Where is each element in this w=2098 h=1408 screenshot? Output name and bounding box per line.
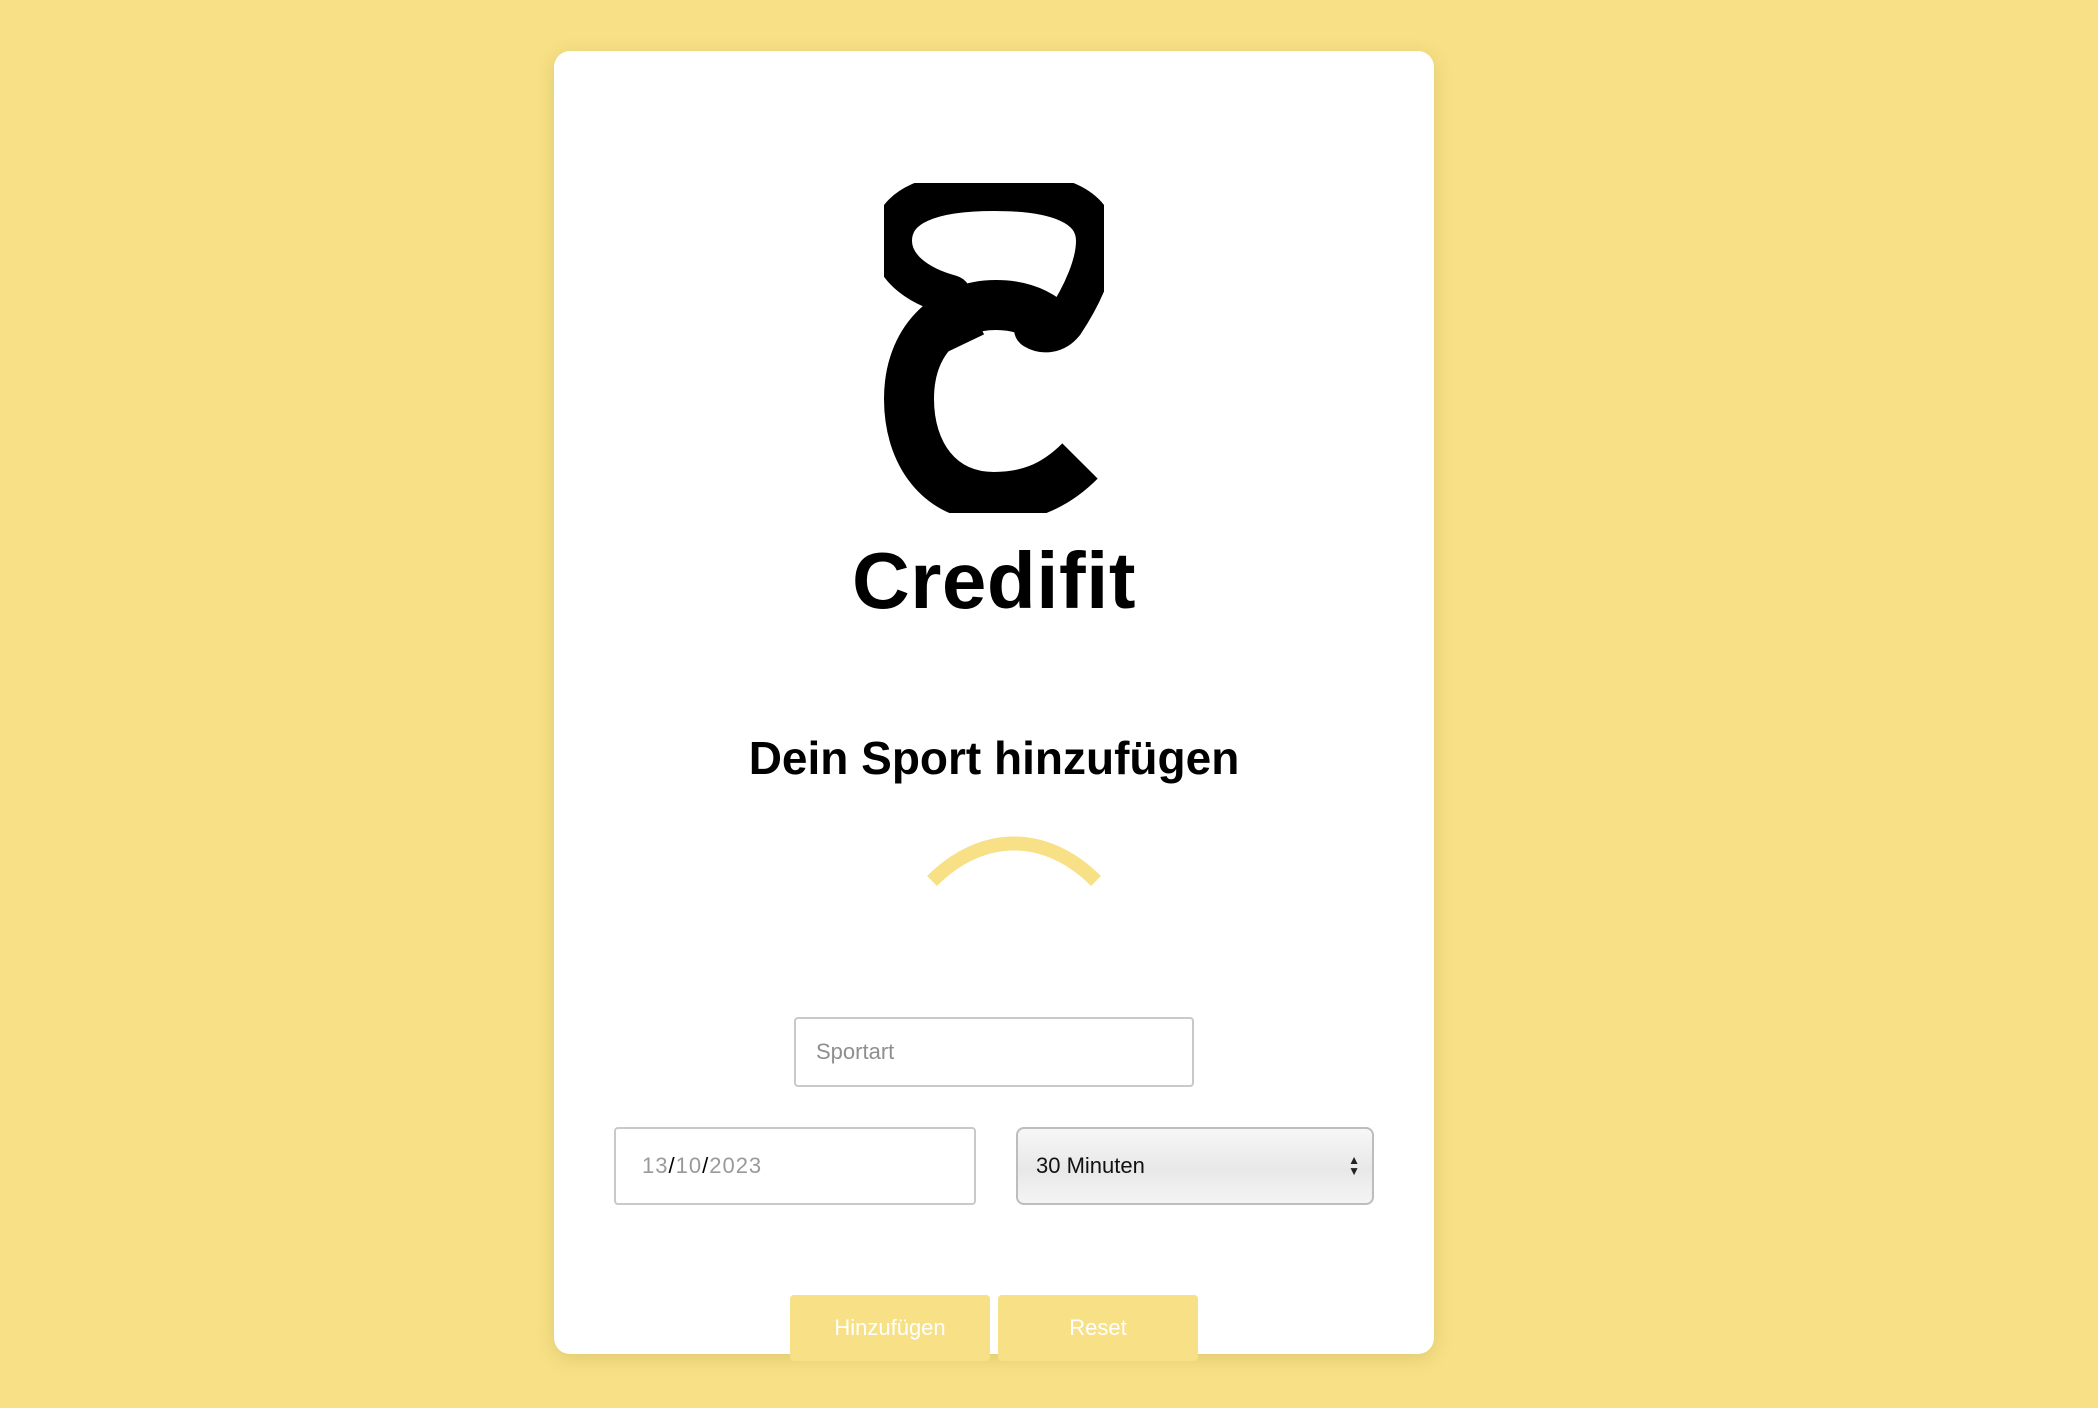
page-title: Dein Sport hinzufügen bbox=[748, 732, 1240, 784]
date-separator: / bbox=[668, 1153, 676, 1178]
date-month[interactable]: 10 bbox=[676, 1153, 702, 1179]
sport-input[interactable] bbox=[794, 1017, 1194, 1087]
date-field[interactable]: 13/10/2023 bbox=[614, 1127, 976, 1205]
date-separator: / bbox=[702, 1153, 710, 1178]
reset-button[interactable]: Reset bbox=[998, 1295, 1198, 1361]
duration-select[interactable]: 30 Minuten ▲ ▼ bbox=[1016, 1127, 1374, 1205]
date-day[interactable]: 13 bbox=[642, 1153, 668, 1179]
add-button[interactable]: Hinzufügen bbox=[790, 1295, 990, 1361]
add-sport-card: Credifit Dein Sport hinzufügen 13/10/202… bbox=[554, 51, 1434, 1361]
date-year[interactable]: 2023 bbox=[709, 1153, 762, 1179]
loading-spinner-icon bbox=[927, 836, 1101, 887]
select-arrows-icon: ▲ ▼ bbox=[1348, 1153, 1360, 1178]
duration-selected-value: 30 Minuten bbox=[1036, 1153, 1145, 1178]
brand-name: Credifit bbox=[852, 536, 1136, 625]
kettlebell-c-logo-icon bbox=[884, 183, 1104, 513]
